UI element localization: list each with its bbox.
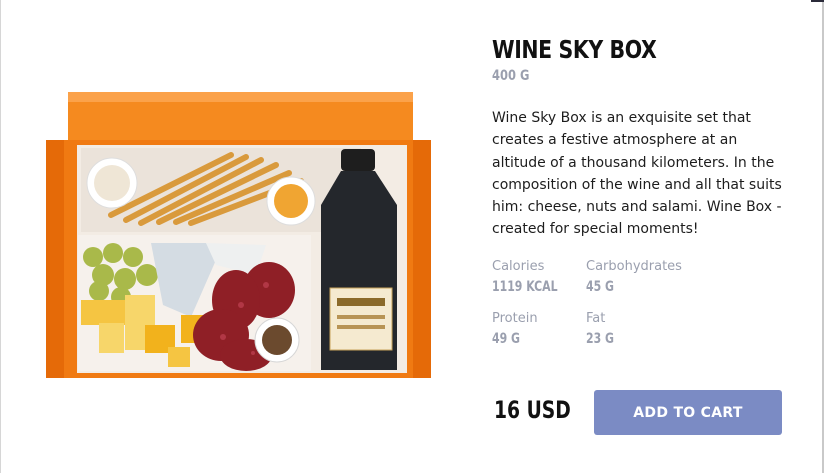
nutrition-fat: Fat 23 G	[586, 311, 622, 347]
product-weight: 400 G	[492, 68, 530, 84]
add-to-cart-button[interactable]: ADD TO CART	[594, 390, 782, 435]
product-info: WINE SKY BOX 400 G Wine Sky Box is an ex…	[492, 30, 792, 241]
nutrition-carbohydrates: Carbohydrates 45 G	[586, 259, 682, 295]
window-edge	[811, 0, 824, 2]
nutrition-facts: Calories 1119 KCAL Carbohydrates 45 G Pr…	[492, 259, 792, 359]
calories-label: Calories	[492, 259, 545, 274]
protein-value: 49 G	[492, 331, 520, 347]
carbohydrates-label: Carbohydrates	[586, 259, 682, 274]
product-image	[46, 92, 431, 378]
product-description: Wine Sky Box is an exquisite set that cr…	[492, 110, 782, 238]
fat-label: Fat	[586, 311, 606, 326]
carbohydrates-value: 45 G	[586, 279, 614, 295]
fat-value: 23 G	[586, 331, 614, 347]
product-modal: WINE SKY BOX 400 G Wine Sky Box is an ex…	[0, 0, 824, 473]
product-title: WINE SKY BOX	[492, 35, 657, 64]
nutrition-calories: Calories 1119 KCAL	[492, 259, 576, 295]
protein-label: Protein	[492, 311, 538, 326]
calories-value: 1119 KCAL	[492, 279, 558, 295]
product-price: 16 USD	[494, 396, 571, 424]
nutrition-protein: Protein 49 G	[492, 311, 538, 347]
